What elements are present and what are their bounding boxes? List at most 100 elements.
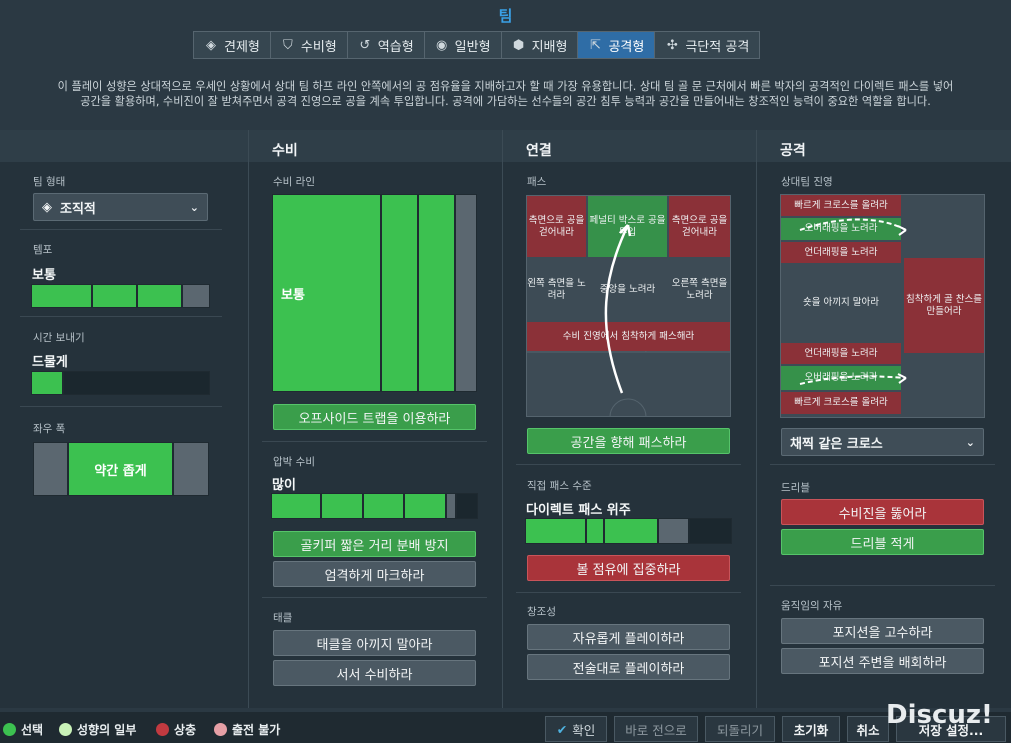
- passing-label: 패스: [527, 176, 547, 188]
- width-segment: [174, 443, 208, 495]
- pass-into-space-button[interactable]: 공간을 향해 패스하라: [527, 428, 730, 454]
- divider: [20, 229, 222, 230]
- width-value: 약간 좁게: [69, 443, 172, 495]
- width-label: 좌우 폭: [33, 423, 66, 435]
- pass-zone-right-flank[interactable]: 오른쪽 측면을 노려라: [669, 259, 730, 320]
- pass-zone-centre[interactable]: 중앙을 노려라: [588, 259, 667, 320]
- divider: [20, 406, 222, 407]
- chevron-down-icon: ⌄: [189, 200, 199, 214]
- cancel-button[interactable]: 취소: [847, 716, 889, 742]
- column-link-heading: 연결: [526, 143, 552, 159]
- shield-split-icon: ◈: [206, 37, 216, 53]
- chevron-down-icon: ⌄: [965, 435, 975, 449]
- style-description: 이 플레이 성향은 상대적으로 우세인 상황에서 상대 팀 하프 라인 안쪽에서…: [57, 80, 954, 108]
- balanced-icon: ◉: [436, 37, 448, 53]
- tempo-value: 보통: [32, 268, 56, 283]
- prevent-gk-short-button[interactable]: 골키퍼 짧은 거리 분배 방지: [273, 531, 476, 557]
- tab-control[interactable]: ⬢ 지배형: [502, 32, 579, 58]
- column-header-band: [0, 130, 1011, 162]
- reset-button[interactable]: 초기화: [782, 716, 840, 742]
- counter-icon: ↺: [359, 37, 371, 53]
- attack-zone-overlap-bottom[interactable]: 오버래핑을 노려라: [781, 366, 901, 390]
- attack-zone-overlap-top[interactable]: 오버래핑을 노려라: [781, 218, 901, 240]
- watermark-logo: Discuz!: [886, 700, 993, 730]
- legend-dot: [3, 723, 16, 736]
- column-defense-heading: 수비: [272, 143, 298, 159]
- offside-trap-button[interactable]: 오프사이드 트랩을 이용하라: [273, 404, 476, 430]
- slider-segment: [457, 494, 477, 518]
- cross-type-select[interactable]: 채찍 같은 크로스 ⌄: [781, 428, 984, 456]
- be-more-expressive-button[interactable]: 자유롭게 플레이하라: [527, 624, 730, 650]
- attack-zone-underlap-bottom[interactable]: 언더래핑을 노려라: [781, 343, 901, 364]
- get-stuck-in-button[interactable]: 태클을 아끼지 말아라: [273, 630, 476, 656]
- pass-zone-play-out-defence[interactable]: 수비 진영에서 침착하게 패스해라: [527, 322, 730, 351]
- tab-defensive[interactable]: ⛉ 수비형: [271, 32, 348, 58]
- tempo-label: 템포: [33, 244, 53, 256]
- pass-zone-clear-right[interactable]: 측면으로 공을 걷어내라: [669, 196, 730, 257]
- legend-part-of-style: 성향의 일부: [59, 721, 136, 738]
- tab-contain[interactable]: ◈ 견제형: [194, 32, 271, 58]
- slider-segment: [272, 494, 320, 518]
- style-tabs: ◈ 견제형 ⛉ 수비형 ↺ 역습형 ◉ 일반형 ⬢ 지배형 ⇱ 공격형 ✣ 극단적 공격: [193, 31, 761, 59]
- slider-segment: [363, 494, 404, 518]
- attack-zone-early-cross-bottom[interactable]: 빠르게 크로스를 올려라: [781, 392, 901, 414]
- attack-zone-shoot-on-sight[interactable]: 숏을 아끼지 말아라: [781, 265, 901, 341]
- slider-segment: [658, 519, 689, 543]
- slider-segment: [587, 519, 604, 543]
- divider: [516, 592, 741, 593]
- tight-marking-button[interactable]: 엄격하게 마크하라: [273, 561, 476, 587]
- pass-zone-into-box[interactable]: 페널티 박스로 공을 투입: [588, 196, 667, 257]
- divider: [20, 316, 222, 317]
- tackling-label: 태클: [273, 612, 293, 624]
- divider: [502, 130, 503, 708]
- slider-segment: [32, 285, 91, 307]
- attack-zone-underlap-top[interactable]: 언더래핑을 노려라: [781, 242, 901, 263]
- shield-icon: ⛉: [283, 37, 293, 53]
- line-segment: [419, 195, 454, 391]
- pressing-slider[interactable]: [271, 493, 478, 519]
- confirm-button[interactable]: ✔ 확인: [545, 716, 607, 742]
- team-shape-select[interactable]: ◈ 조직적 ⌄: [33, 193, 208, 221]
- diamond-icon: ◈: [42, 199, 52, 215]
- tab-balanced[interactable]: ◉ 일반형: [425, 32, 502, 58]
- team-shape-label: 팀 형태: [33, 176, 66, 188]
- time-wasting-slider[interactable]: [31, 371, 210, 395]
- retain-possession-button[interactable]: 볼 점유에 집중하라: [527, 555, 730, 581]
- back-button[interactable]: 바로 전으로: [614, 716, 698, 742]
- attack-zone-early-cross-top[interactable]: 빠르게 크로스를 올려라: [781, 195, 901, 216]
- slider-segment: [183, 285, 209, 307]
- freedom-label: 움직임의 자유: [781, 600, 843, 612]
- legend-conflict: 상충: [156, 721, 196, 738]
- attack-arrow-icon: ⇱: [590, 37, 601, 53]
- pass-zone-clear-left[interactable]: 측면으로 공을 걷어내라: [527, 196, 586, 257]
- roam-from-position-button[interactable]: 포지션 주변을 배회하라: [781, 648, 984, 674]
- creativity-label: 창조성: [527, 606, 556, 618]
- line-segment: [456, 195, 476, 391]
- tab-counter[interactable]: ↺ 역습형: [348, 32, 425, 58]
- passing-directness-value: 다이렉트 패스 위주: [526, 503, 631, 518]
- passing-directness-slider[interactable]: [525, 518, 732, 544]
- slider-segment: [138, 285, 181, 307]
- slider-segment: [690, 519, 732, 543]
- divider: [516, 464, 741, 465]
- dribble-less-button[interactable]: 드리블 적게: [781, 529, 984, 555]
- hold-position-button[interactable]: 포지션을 고수하라: [781, 618, 984, 644]
- tab-attacking[interactable]: ⇱ 공격형: [578, 32, 656, 58]
- pass-zone-left-flank[interactable]: 왼쪽 측면을 노려라: [527, 259, 586, 320]
- defensive-line-selector[interactable]: 보통: [272, 194, 477, 392]
- attack-zone-work-into-box[interactable]: 침착하게 골 찬스를 만들어라: [904, 258, 984, 353]
- passing-directness-label: 직접 패스 수준: [527, 480, 592, 492]
- undo-button[interactable]: 되돌리기: [705, 716, 775, 742]
- slider-segment: [64, 372, 209, 394]
- tempo-slider[interactable]: [31, 284, 210, 308]
- divider: [262, 597, 487, 598]
- run-at-defence-button[interactable]: 수비진을 뚫어라: [781, 499, 984, 525]
- width-selector[interactable]: 약간 좁게: [33, 442, 209, 496]
- passing-pitch: 측면으로 공을 걷어내라 페널티 박스로 공을 투입 측면으로 공을 걷어내라 …: [526, 195, 731, 417]
- legend-unavailable: 출전 불가: [214, 721, 280, 738]
- stay-on-feet-button[interactable]: 서서 수비하라: [273, 660, 476, 686]
- tab-overload[interactable]: ✣ 극단적 공격: [655, 32, 759, 58]
- be-more-disciplined-button[interactable]: 전술대로 플레이하라: [527, 654, 730, 680]
- slider-segment: [605, 519, 657, 543]
- divider: [770, 464, 995, 465]
